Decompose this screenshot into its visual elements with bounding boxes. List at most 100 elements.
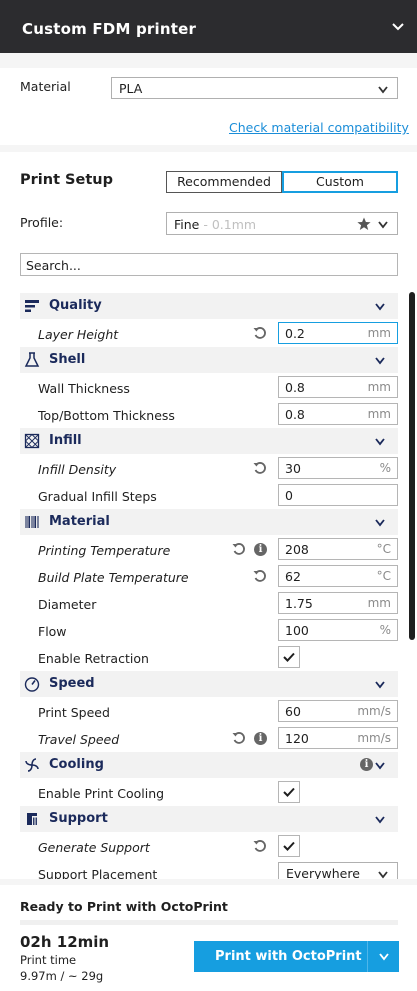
section-quality-title: Quality (49, 298, 102, 313)
checkmark-icon (283, 841, 295, 851)
section-cooling[interactable]: Cooling i (20, 752, 398, 778)
print-temp-input[interactable]: 208 °C (278, 538, 398, 560)
setting-flow: Flow 100 % (20, 617, 398, 644)
printer-selector[interactable]: Custom FDM printer (0, 0, 417, 53)
print-button[interactable]: Print with OctoPrint (194, 941, 399, 972)
section-infill[interactable]: Infill (20, 428, 398, 454)
setting-generate-support: Generate Support (20, 833, 398, 860)
section-quality[interactable]: Quality (20, 293, 398, 319)
gradual-infill-input[interactable]: 0 (278, 484, 398, 506)
setting-diameter: Diameter 1.75 mm (20, 590, 398, 617)
reset-icon[interactable] (253, 461, 267, 475)
star-icon[interactable] (357, 217, 371, 231)
wall-thickness-unit: mm (367, 380, 391, 394)
shell-icon (24, 352, 40, 367)
reset-icon[interactable] (232, 731, 246, 745)
section-speed[interactable]: Speed (20, 671, 398, 697)
reset-icon[interactable] (253, 326, 267, 340)
section-cooling-title: Cooling (49, 757, 104, 772)
material-select[interactable]: PLA (111, 77, 398, 99)
section-shell[interactable]: Shell (20, 347, 398, 373)
chevron-down-icon (375, 816, 385, 824)
section-material-title: Material (49, 514, 110, 529)
setting-build-plate-temperature: Build Plate Temperature 62 °C (20, 563, 398, 590)
tab-recommended[interactable]: Recommended (166, 171, 282, 193)
setting-layer-height: Layer Height 0.2 mm (20, 320, 398, 347)
retraction-checkbox[interactable] (278, 646, 300, 668)
retraction-label: Enable Retraction (38, 651, 149, 666)
top-bottom-unit: mm (367, 407, 391, 421)
section-support[interactable]: Support (20, 806, 398, 832)
layer-height-input[interactable]: 0.2 mm (278, 322, 398, 344)
reset-icon[interactable] (253, 839, 267, 853)
top-bottom-input[interactable]: 0.8 mm (278, 403, 398, 425)
checkmark-icon (283, 652, 295, 662)
info-icon[interactable]: i (254, 732, 267, 745)
travel-speed-label: Travel Speed (38, 732, 120, 747)
print-action-panel: Ready to Print with OctoPrint 02h 12min … (0, 885, 417, 991)
flow-label: Flow (38, 624, 67, 639)
cooling-icon (25, 758, 39, 772)
tab-custom[interactable]: Custom (282, 171, 398, 193)
chevron-down-icon (378, 221, 388, 229)
wall-thickness-input[interactable]: 0.8 mm (278, 376, 398, 398)
chevron-down-icon[interactable] (378, 951, 390, 963)
setting-infill-density: Infill Density 30 % (20, 455, 398, 482)
chevron-down-icon (375, 357, 385, 365)
generate-support-checkbox[interactable] (278, 835, 300, 857)
material-label: Material (20, 79, 71, 94)
chevron-down-icon (375, 519, 385, 527)
reset-icon[interactable] (232, 542, 246, 556)
diameter-value: 1.75 (285, 596, 313, 611)
travel-speed-unit: mm/s (357, 731, 391, 745)
chevron-down-icon (375, 762, 385, 770)
support-placement-label: Support Placement (38, 867, 158, 879)
flow-unit: % (379, 623, 391, 637)
layer-height-label: Layer Height (38, 327, 119, 342)
print-setup-title: Print Setup (20, 172, 113, 188)
setting-printing-temperature: Printing Temperature i 208 °C (20, 536, 398, 563)
plate-temp-input[interactable]: 62 °C (278, 565, 398, 587)
print-button-label: Print with OctoPrint (215, 949, 362, 964)
setting-top-bottom-thickness: Top/Bottom Thickness 0.8 mm (20, 401, 398, 428)
info-icon[interactable]: i (254, 543, 267, 556)
setting-enable-print-cooling: Enable Print Cooling (20, 779, 398, 806)
cooling-checkbox[interactable] (278, 781, 300, 803)
infill-density-value: 30 (285, 461, 301, 476)
top-bottom-label: Top/Bottom Thickness (38, 408, 175, 423)
section-material[interactable]: Material (20, 509, 398, 535)
plate-temp-label: Build Plate Temperature (38, 570, 189, 585)
diameter-input[interactable]: 1.75 mm (278, 592, 398, 614)
settings-scrollbar[interactable] (409, 292, 415, 640)
infill-icon (24, 433, 40, 449)
infill-density-input[interactable]: 30 % (278, 457, 398, 479)
material-value: PLA (119, 81, 143, 96)
setting-wall-thickness: Wall Thickness 0.8 mm (20, 374, 398, 401)
flow-input[interactable]: 100 % (278, 619, 398, 641)
wall-thickness-label: Wall Thickness (38, 381, 130, 396)
chevron-down-icon (375, 303, 385, 311)
section-shell-title: Shell (49, 352, 86, 367)
button-separator (367, 941, 368, 972)
support-placement-select[interactable]: Everywhere (278, 862, 398, 879)
chevron-down-icon (378, 86, 388, 94)
info-icon[interactable]: i (360, 758, 373, 771)
setting-enable-retraction: Enable Retraction (20, 644, 398, 671)
reset-icon[interactable] (253, 569, 267, 583)
profile-select[interactable]: Fine - 0.1mm (166, 212, 398, 235)
travel-speed-input[interactable]: 120 mm/s (278, 727, 398, 749)
generate-support-label: Generate Support (38, 840, 150, 855)
top-bottom-value: 0.8 (285, 407, 305, 422)
setting-travel-speed: Travel Speed i 120 mm/s (20, 725, 398, 752)
section-infill-title: Infill (49, 433, 82, 448)
layer-height-unit: mm (367, 326, 391, 340)
cooling-enable-label: Enable Print Cooling (38, 786, 165, 801)
chevron-down-icon (392, 23, 404, 31)
profile-label: Profile: (20, 215, 64, 230)
diameter-unit: mm (367, 596, 391, 610)
print-speed-input[interactable]: 60 mm/s (278, 700, 398, 722)
check-compatibility-link[interactable]: Check material compatibility (229, 120, 409, 135)
plate-temp-unit: °C (376, 569, 391, 583)
settings-search-input[interactable]: Search... (20, 253, 398, 276)
chevron-down-icon (378, 871, 388, 879)
